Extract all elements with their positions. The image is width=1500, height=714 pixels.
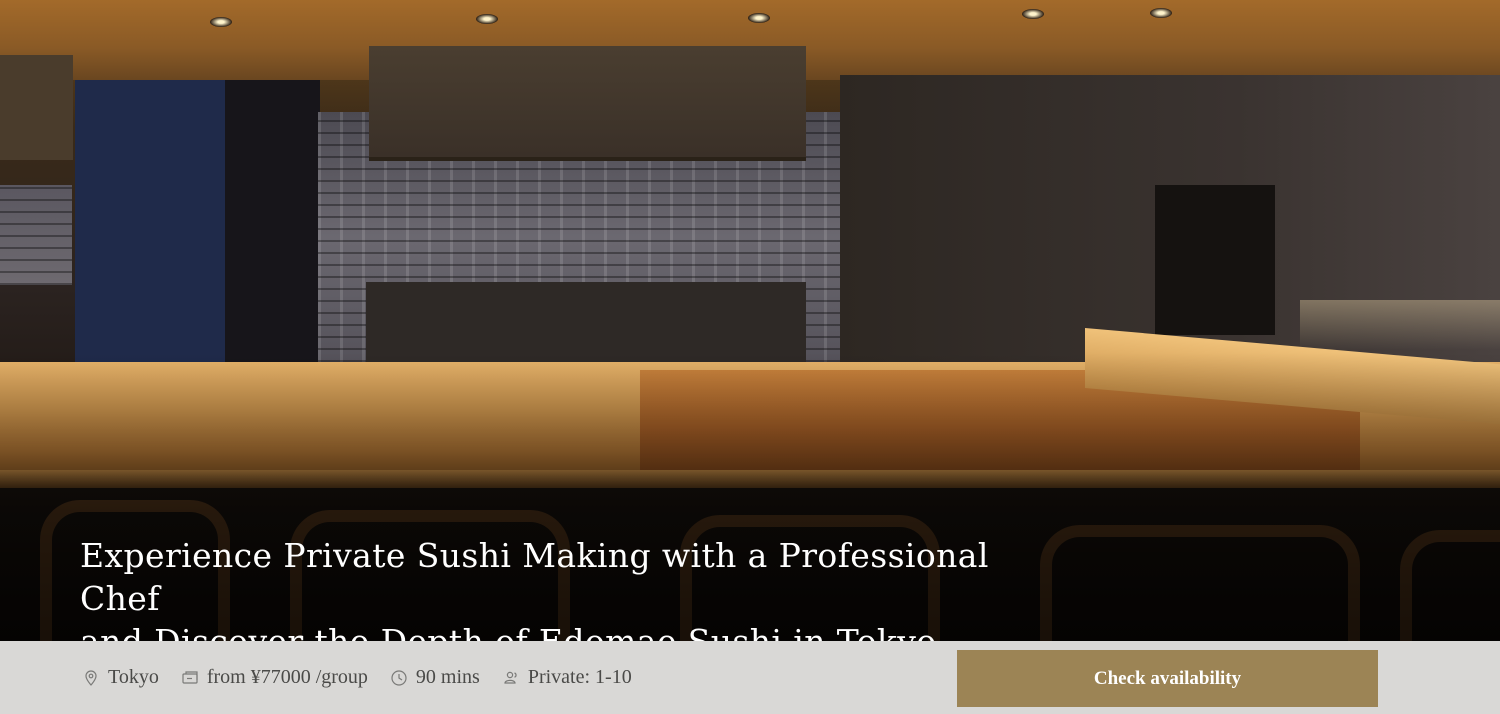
group-text: Private: 1-10	[527, 666, 632, 688]
check-availability-button[interactable]: Check availability	[957, 650, 1378, 707]
location-text: Tokyo	[108, 666, 159, 688]
ticket-icon	[181, 669, 199, 687]
location-pin-icon	[82, 669, 100, 687]
clock-icon	[390, 669, 408, 687]
page-title: Experience Private Sushi Making with a P…	[80, 534, 1040, 641]
price-item: from ¥77000 /group	[181, 666, 368, 689]
price-text: from ¥77000 /group	[206, 666, 368, 688]
duration-text: 90 mins	[415, 666, 480, 688]
people-icon	[502, 669, 520, 687]
title-line-2: and Discover the Depth of Edomae Sushi i…	[80, 622, 937, 641]
title-line-1: Experience Private Sushi Making with a P…	[80, 536, 989, 618]
hero-image: Experience Private Sushi Making with a P…	[0, 0, 1500, 641]
duration-item: 90 mins	[390, 666, 480, 689]
tour-meta: Tokyo from ¥77000 /group 90 mins Private…	[82, 641, 632, 714]
location-item: Tokyo	[82, 666, 159, 689]
group-item: Private: 1-10	[502, 666, 632, 689]
